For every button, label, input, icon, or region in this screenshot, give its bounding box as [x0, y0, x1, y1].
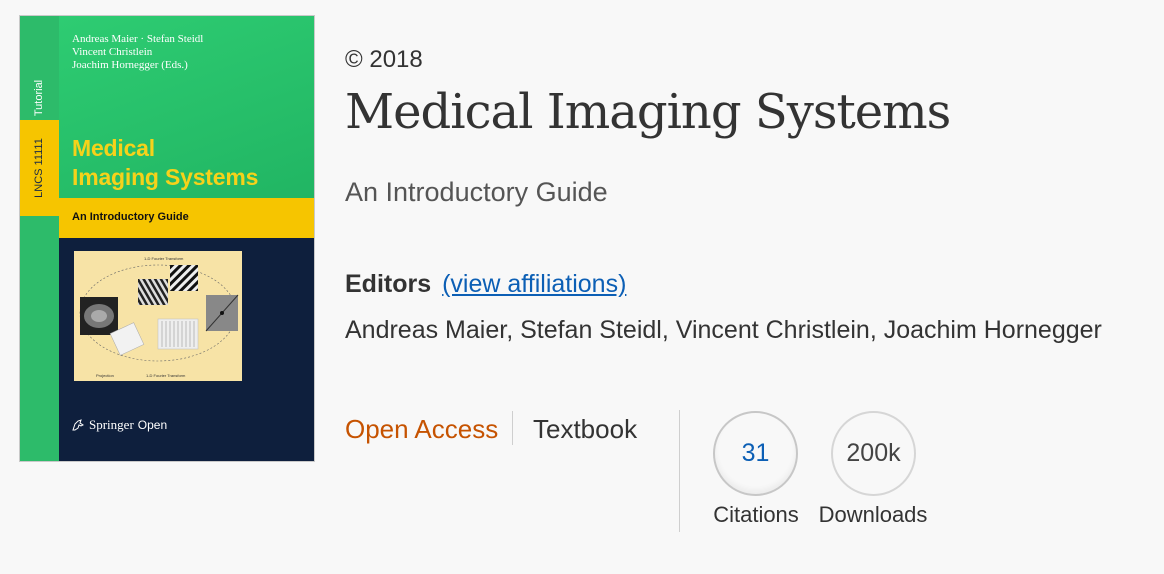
illustration-caption-top: 1-D Fourier Transform [144, 256, 184, 261]
book-title: Medical Imaging Systems [345, 84, 951, 140]
cover-title: Medical Imaging Systems [72, 134, 258, 192]
cover-lncs-label: LNCS 11111 [33, 138, 45, 198]
fourier-diagram: 1-D Fourier Transform Projection 1-D Fou… [79, 256, 239, 378]
view-affiliations-link[interactable]: (view affiliations) [442, 270, 626, 298]
cover-publisher: Springer Open [71, 417, 167, 433]
illustration-caption-right: 1-D Fourier Transform [146, 373, 186, 378]
cover-subtitle: An Introductory Guide [72, 211, 189, 223]
editors-heading: Editors (view affiliations) [345, 270, 626, 299]
cover-publisher-name: Springer [89, 417, 134, 432]
cover-title-line: Imaging Systems [72, 164, 259, 190]
illustration-caption-left: Projection [96, 373, 114, 378]
downloads-count: 200k [831, 411, 916, 496]
downloads-label: Downloads [818, 502, 928, 527]
cover-editors-line: Joachim Hornegger (Eds.) [72, 59, 188, 71]
cover-editors-line: Vincent Christlein [72, 46, 153, 58]
cover-publisher-suffix: Open [137, 418, 168, 432]
editor-names: Andreas Maier, Stefan Steidl, Vincent Ch… [345, 316, 1102, 344]
citations-count-button[interactable]: 31 [713, 411, 798, 496]
springer-horse-icon [72, 419, 84, 431]
book-subtitle: An Introductory Guide [345, 177, 608, 207]
book-cover-image: Tutorial LNCS 11111 Andreas Maier · Stef… [19, 15, 315, 462]
metrics-divider [679, 410, 680, 532]
cover-title-line: Medical [72, 135, 155, 161]
citations-value: 31 [741, 439, 770, 467]
citations-label: Citations [713, 502, 799, 527]
open-access-badge: Open Access [345, 414, 499, 444]
tag-divider [512, 411, 513, 445]
cover-editors-line: Andreas Maier · Stefan Steidl [72, 33, 204, 45]
editors-label: Editors [345, 270, 432, 298]
downloads-value: 200k [846, 439, 901, 467]
cover-series-label: Tutorial [33, 79, 45, 117]
cover-illustration: 1-D Fourier Transform Projection 1-D Fou… [74, 251, 242, 381]
book-type-label: Textbook [533, 414, 638, 444]
copyright-year: © 2018 [345, 46, 423, 73]
